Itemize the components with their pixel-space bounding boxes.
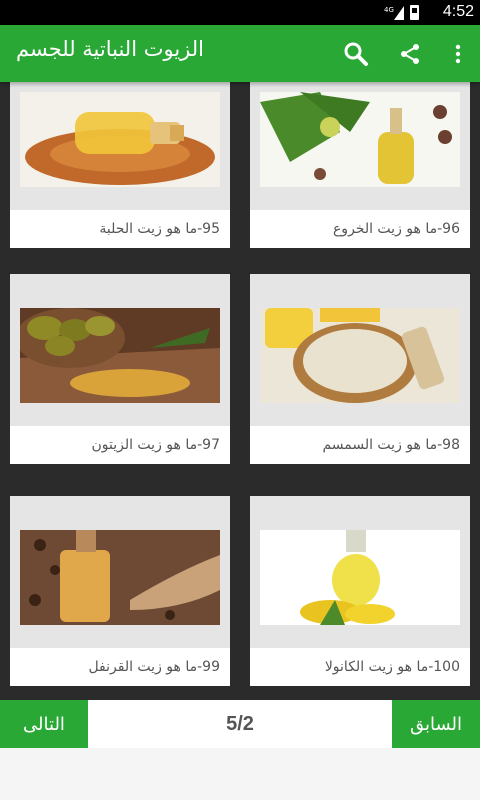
canola-oil-image (260, 530, 460, 625)
castor-oil-image (260, 92, 460, 187)
sesame-oil-image (260, 308, 460, 403)
app-title: الزيوت النباتية للجسم (16, 37, 204, 61)
list-item-label: 96-ما هو زيت الخروع (250, 210, 470, 248)
signal-icon: 4G (384, 4, 424, 24)
list-item-label: 98-ما هو زيت السمسم (250, 426, 470, 464)
list-item-label: 99-ما هو زيت القرنفل (10, 648, 230, 686)
list-item-label: 100-ما هو زيت الكانولا (250, 648, 470, 686)
olive-oil-image (20, 308, 220, 403)
app-bar: الزيوت النباتية للجسم (0, 25, 480, 82)
list-item-olive[interactable]: 97-ما هو زيت الزيتون (10, 274, 230, 464)
list-item-clove[interactable]: 99-ما هو زيت القرنفل (10, 496, 230, 686)
empty-area (0, 748, 480, 800)
pager-bar: التالى 5/2 السابق (0, 700, 480, 748)
clove-oil-image (20, 530, 220, 625)
list-item-label: 97-ما هو زيت الزيتون (10, 426, 230, 464)
status-bar: 4G 4:52 (0, 0, 480, 25)
items-grid: 95-ما هو زيت الحلبة 96-ما هو زيت الخروع (0, 82, 480, 700)
next-button[interactable]: التالى (0, 700, 88, 748)
list-item-sesame[interactable]: 98-ما هو زيت السمسم (250, 274, 470, 464)
share-icon[interactable] (394, 38, 426, 70)
more-vert-icon[interactable] (442, 38, 474, 70)
list-item-canola[interactable]: 100-ما هو زيت الكانولا (250, 496, 470, 686)
list-item-fenugreek[interactable]: 95-ما هو زيت الحلبة (10, 82, 230, 248)
fenugreek-oil-image (20, 92, 220, 187)
svg-text:4G: 4G (384, 6, 394, 14)
page-indicator: 5/2 (226, 713, 254, 735)
list-item-castor[interactable]: 96-ما هو زيت الخروع (250, 82, 470, 248)
search-icon[interactable] (340, 38, 372, 70)
status-time: 4:52 (442, 3, 474, 20)
list-item-label: 95-ما هو زيت الحلبة (10, 210, 230, 248)
previous-button[interactable]: السابق (392, 700, 480, 748)
